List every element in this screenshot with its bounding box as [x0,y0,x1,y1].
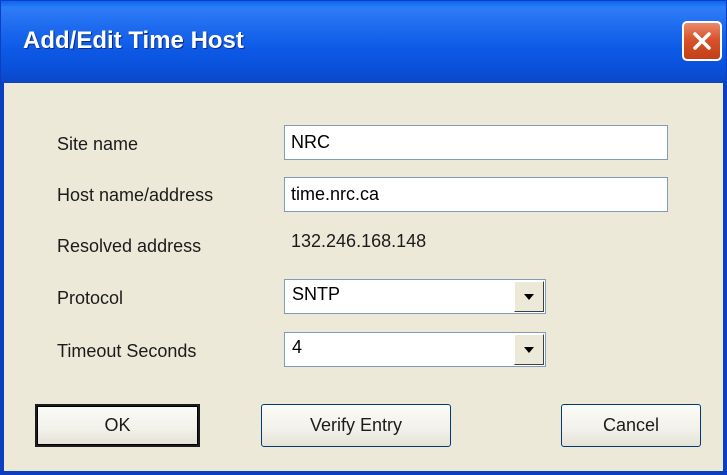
cancel-button-label: Cancel [602,415,660,435]
protocol-dropdown-button[interactable] [514,281,544,312]
dialog-body: Site name Host name/address Resolved add… [1,83,726,474]
timeout-seconds-label: Timeout Seconds [57,341,197,361]
host-name-input[interactable] [284,177,668,212]
add-edit-time-host-dialog: Add/Edit Time Host Site name Host name/a… [0,0,727,475]
window-title: Add/Edit Time Host [23,27,244,54]
timeout-seconds-select-value: 4 [292,337,303,357]
cancel-button[interactable]: Cancel [561,404,701,447]
chevron-down-icon [524,347,534,353]
timeout-seconds-select[interactable]: 4 [284,332,546,367]
close-icon [693,32,711,50]
protocol-label: Protocol [57,288,124,308]
ok-button[interactable]: OK [35,404,200,447]
protocol-select[interactable]: SNTP [284,279,546,314]
timeout-dropdown-button[interactable] [514,334,544,365]
chevron-down-icon [524,294,534,300]
verify-entry-button[interactable]: Verify Entry [261,404,451,447]
protocol-select-value: SNTP [292,284,341,304]
site-name-input[interactable] [284,125,668,160]
close-button[interactable] [682,21,722,61]
verify-entry-button-label: Verify Entry [309,415,403,435]
title-bar[interactable]: Add/Edit Time Host [1,1,726,83]
resolved-address-label: Resolved address [57,236,202,256]
host-name-label: Host name/address [57,185,214,205]
ok-button-label: OK [104,415,131,435]
site-name-label: Site name [57,134,139,154]
resolved-address-value: 132.246.168.148 [291,231,427,251]
